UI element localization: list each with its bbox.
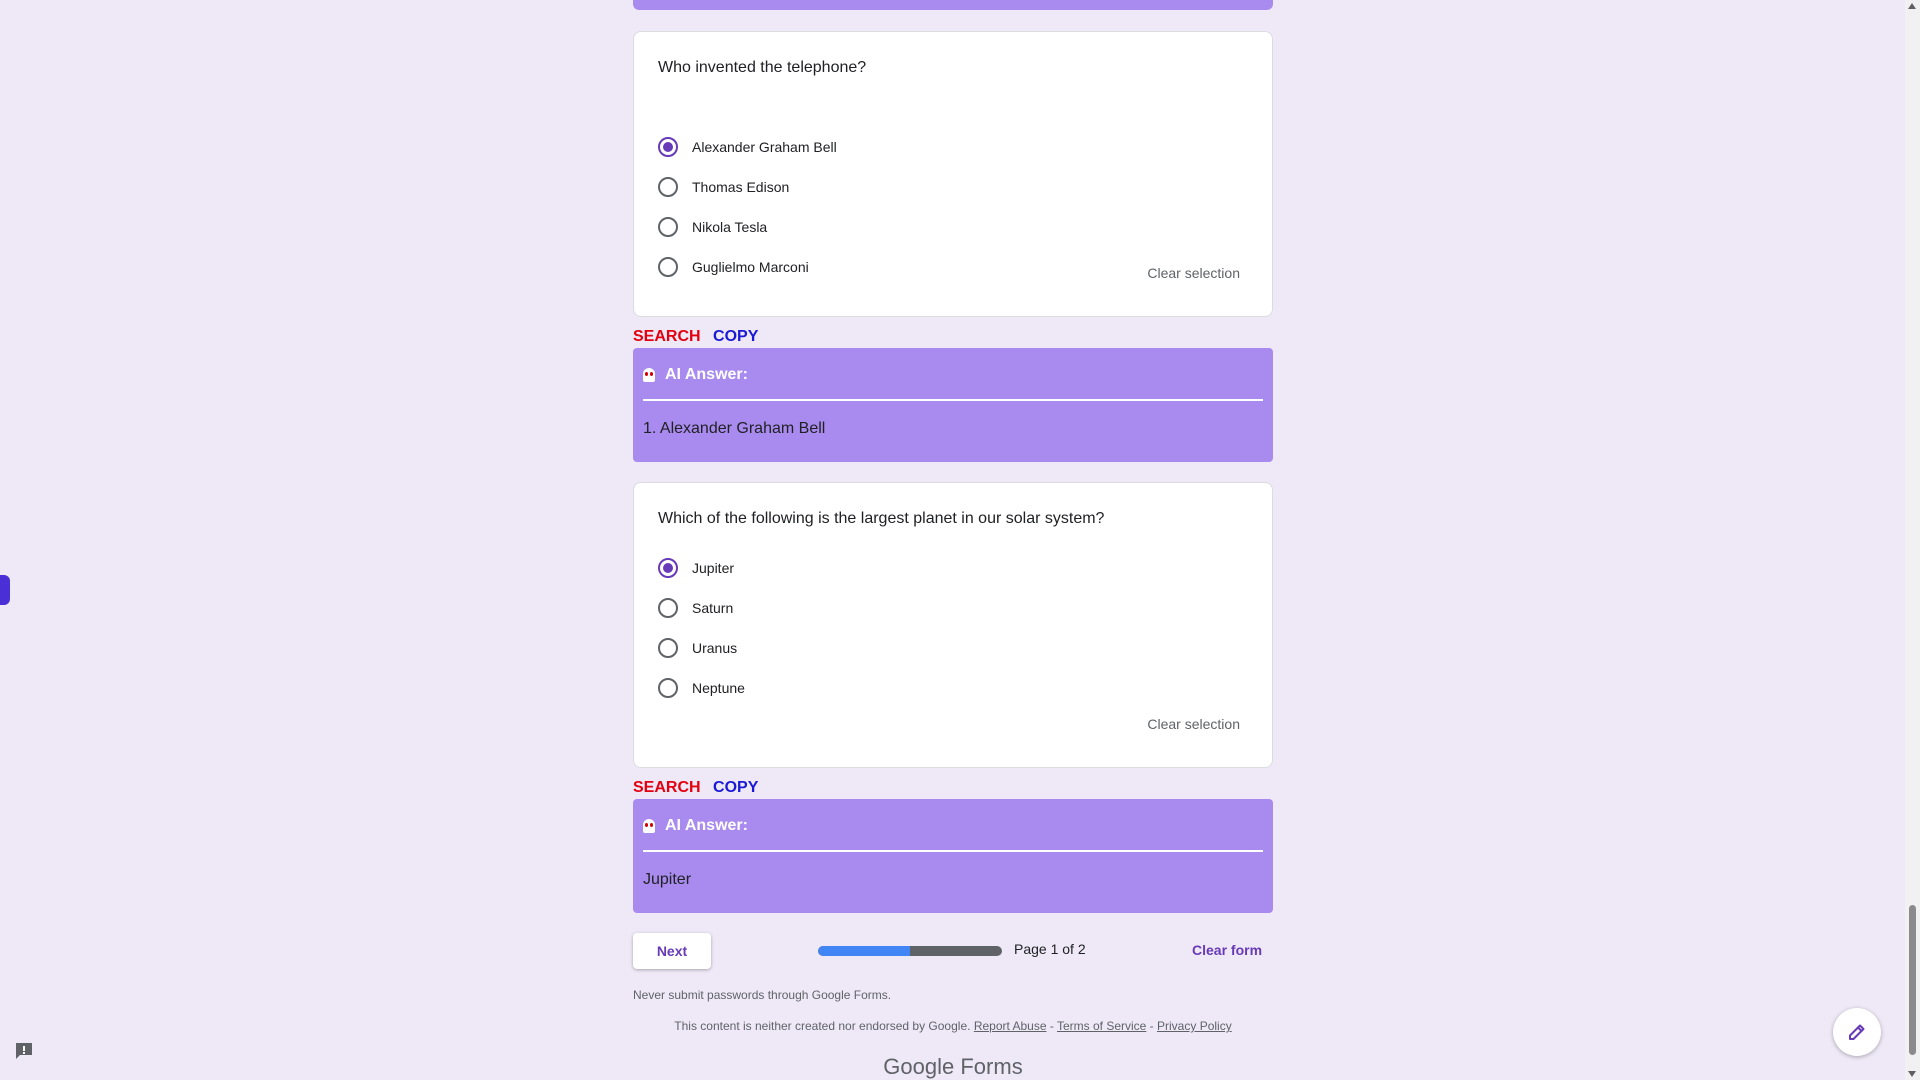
side-panel-tab[interactable] [0, 575, 10, 605]
copy-button[interactable]: COPY [713, 328, 758, 345]
radio-icon[interactable] [658, 598, 678, 618]
radio-icon[interactable] [658, 217, 678, 237]
option-radio[interactable]: Neptune [658, 676, 745, 700]
option-label: Thomas Edison [692, 179, 790, 195]
radio-icon[interactable] [658, 678, 678, 698]
disclaimer-text: This content is neither created nor endo… [674, 1019, 971, 1033]
option-label: Neptune [692, 680, 745, 696]
search-button[interactable]: SEARCH [633, 328, 701, 345]
brand-forms: Forms [954, 1054, 1023, 1079]
ai-answer-title: AI Answer: [665, 817, 748, 834]
ai-answer-text: Jupiter [643, 871, 692, 888]
ai-answer-heading: AI Answer: [643, 817, 1263, 835]
radio-icon[interactable] [658, 177, 678, 197]
google-forms-logo[interactable]: Google Forms [633, 1054, 1273, 1080]
option-label: Alexander Graham Bell [692, 139, 837, 155]
scroll-thumb[interactable] [1909, 905, 1916, 1055]
option-radio[interactable]: Saturn [658, 596, 733, 620]
edit-button[interactable] [1833, 1008, 1881, 1056]
option-radio[interactable]: Jupiter [658, 556, 734, 580]
question-title: Who invented the telephone? [658, 59, 867, 76]
clear-form-button[interactable]: Clear form [1192, 942, 1262, 958]
option-label: Jupiter [692, 560, 735, 576]
ai-answer-box: AI Answer: 1. Alexander Graham Bell [633, 348, 1273, 462]
edit-pencil-icon [1849, 1024, 1865, 1040]
option-label: Guglielmo Marconi [692, 259, 809, 275]
radio-icon[interactable] [658, 257, 678, 277]
ghost-icon [643, 819, 655, 833]
option-radio[interactable]: Guglielmo Marconi [658, 255, 809, 279]
password-warning: Never submit passwords through Google Fo… [633, 988, 892, 1002]
option-label: Saturn [692, 600, 734, 616]
ai-answer-text: 1. Alexander Graham Bell [643, 420, 826, 437]
divider [643, 399, 1263, 401]
legal-footer: This content is neither created nor endo… [633, 1019, 1273, 1033]
search-button[interactable]: SEARCH [633, 779, 701, 796]
question-card-planet: Which of the following is the largest pl… [633, 482, 1273, 768]
radio-checked-icon[interactable] [658, 137, 678, 157]
radio-icon[interactable] [658, 638, 678, 658]
ai-answer-box: AI Answer: Jupiter [633, 799, 1273, 913]
question-card-telephone: Who invented the telephone? Alexander Gr… [633, 31, 1273, 317]
search-copy-actions: SEARCH COPY [633, 779, 758, 797]
terms-link[interactable]: Terms of Service [1057, 1019, 1146, 1033]
page-indicator: Page 1 of 2 [1014, 941, 1086, 957]
feedback-icon[interactable] [14, 1042, 34, 1060]
ghost-icon [643, 368, 655, 382]
copy-button[interactable]: COPY [713, 779, 758, 796]
clear-selection-button[interactable]: Clear selection [1147, 265, 1240, 281]
progress-bar [818, 946, 1002, 956]
next-button[interactable]: Next [633, 933, 711, 969]
option-radio[interactable]: Alexander Graham Bell [658, 135, 837, 159]
search-copy-actions: SEARCH COPY [633, 328, 758, 346]
scroll-down-icon[interactable] [1908, 1071, 1916, 1077]
ai-answer-title: AI Answer: [665, 366, 748, 383]
report-abuse-link[interactable]: Report Abuse [974, 1019, 1047, 1033]
clear-selection-button[interactable]: Clear selection [1147, 716, 1240, 732]
scrollbar[interactable] [1905, 0, 1920, 1080]
option-radio[interactable]: Uranus [658, 636, 737, 660]
separator: - [1146, 1019, 1158, 1033]
radio-checked-icon[interactable] [658, 558, 678, 578]
brand-google: Google [883, 1054, 955, 1079]
separator: - [1046, 1019, 1057, 1033]
option-label: Uranus [692, 640, 738, 656]
option-radio[interactable]: Nikola Tesla [658, 215, 767, 239]
scroll-up-icon[interactable] [1908, 3, 1916, 9]
question-title: Which of the following is the largest pl… [658, 510, 1105, 527]
option-label: Nikola Tesla [692, 219, 768, 235]
privacy-link[interactable]: Privacy Policy [1157, 1019, 1232, 1033]
progress-bar-fill [818, 946, 910, 956]
divider [643, 850, 1263, 852]
previous-ai-answer-box [633, 0, 1273, 10]
ai-answer-heading: AI Answer: [643, 366, 1263, 384]
option-radio[interactable]: Thomas Edison [658, 175, 789, 199]
